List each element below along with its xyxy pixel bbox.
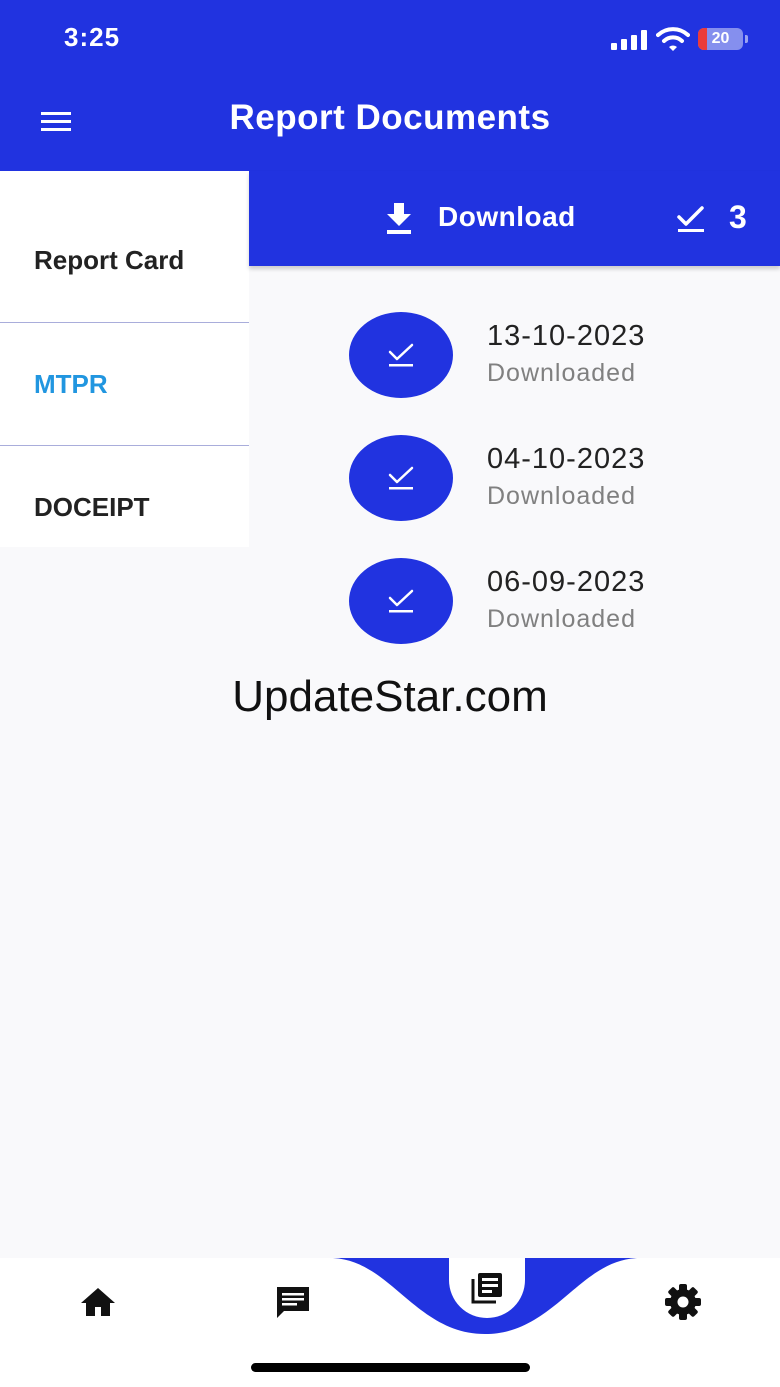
selected-count: 3: [729, 199, 747, 235]
document-date: 13-10-2023: [487, 320, 646, 352]
check-icon: [677, 206, 704, 232]
sidebar-item-label: MTPR: [34, 369, 108, 399]
app-header: 3:25 20 Report Documents: [0, 0, 780, 171]
sidebar-item-doceipt[interactable]: DOCEIPT: [0, 446, 249, 569]
download-icon: [387, 203, 411, 234]
chat-icon: [277, 1287, 309, 1318]
nav-settings-button[interactable]: [659, 1278, 707, 1326]
document-select-button[interactable]: [349, 312, 453, 398]
battery-level: 20: [711, 30, 730, 47]
signal-icon: [611, 30, 647, 50]
nav-chat-button[interactable]: [269, 1278, 317, 1326]
page-title: Report Documents: [229, 98, 551, 137]
document-list-item: 13-10-2023 Downloaded: [349, 312, 749, 398]
document-status: Downloaded: [487, 359, 636, 387]
status-time: 3:25: [64, 22, 121, 52]
download-button[interactable]: Download: [384, 197, 614, 241]
home-indicator: [251, 1363, 530, 1372]
category-sidebar: Report Card MTPR DOCEIPT: [0, 171, 249, 547]
sidebar-item-label: DOCEIPT: [34, 492, 150, 522]
check-icon: [388, 466, 414, 490]
nav-home-button[interactable]: [74, 1278, 122, 1326]
document-status: Downloaded: [487, 482, 636, 510]
check-icon: [388, 589, 414, 613]
sidebar-item-label: Report Card: [34, 245, 185, 275]
document-date: 06-09-2023: [487, 566, 646, 598]
download-label: Download: [438, 201, 576, 232]
document-list-item: 06-09-2023 Downloaded: [349, 558, 749, 644]
document-status: Downloaded: [487, 605, 636, 633]
battery-indicator: 20: [698, 28, 748, 50]
check-icon: [388, 343, 414, 367]
sidebar-item-mtpr[interactable]: MTPR: [0, 323, 249, 446]
watermark-text: UpdateStar.com: [232, 672, 548, 721]
documents-icon: [471, 1273, 502, 1304]
document-date: 04-10-2023: [487, 443, 646, 475]
document-list-item: 04-10-2023 Downloaded: [349, 435, 749, 521]
home-icon: [81, 1288, 115, 1316]
settings-icon: [665, 1284, 701, 1320]
wifi-icon: [656, 27, 690, 51]
document-select-button[interactable]: [349, 558, 453, 644]
document-select-button[interactable]: [349, 435, 453, 521]
sidebar-item-report-card[interactable]: Report Card: [0, 171, 249, 294]
download-bar: Download 3: [249, 171, 780, 266]
